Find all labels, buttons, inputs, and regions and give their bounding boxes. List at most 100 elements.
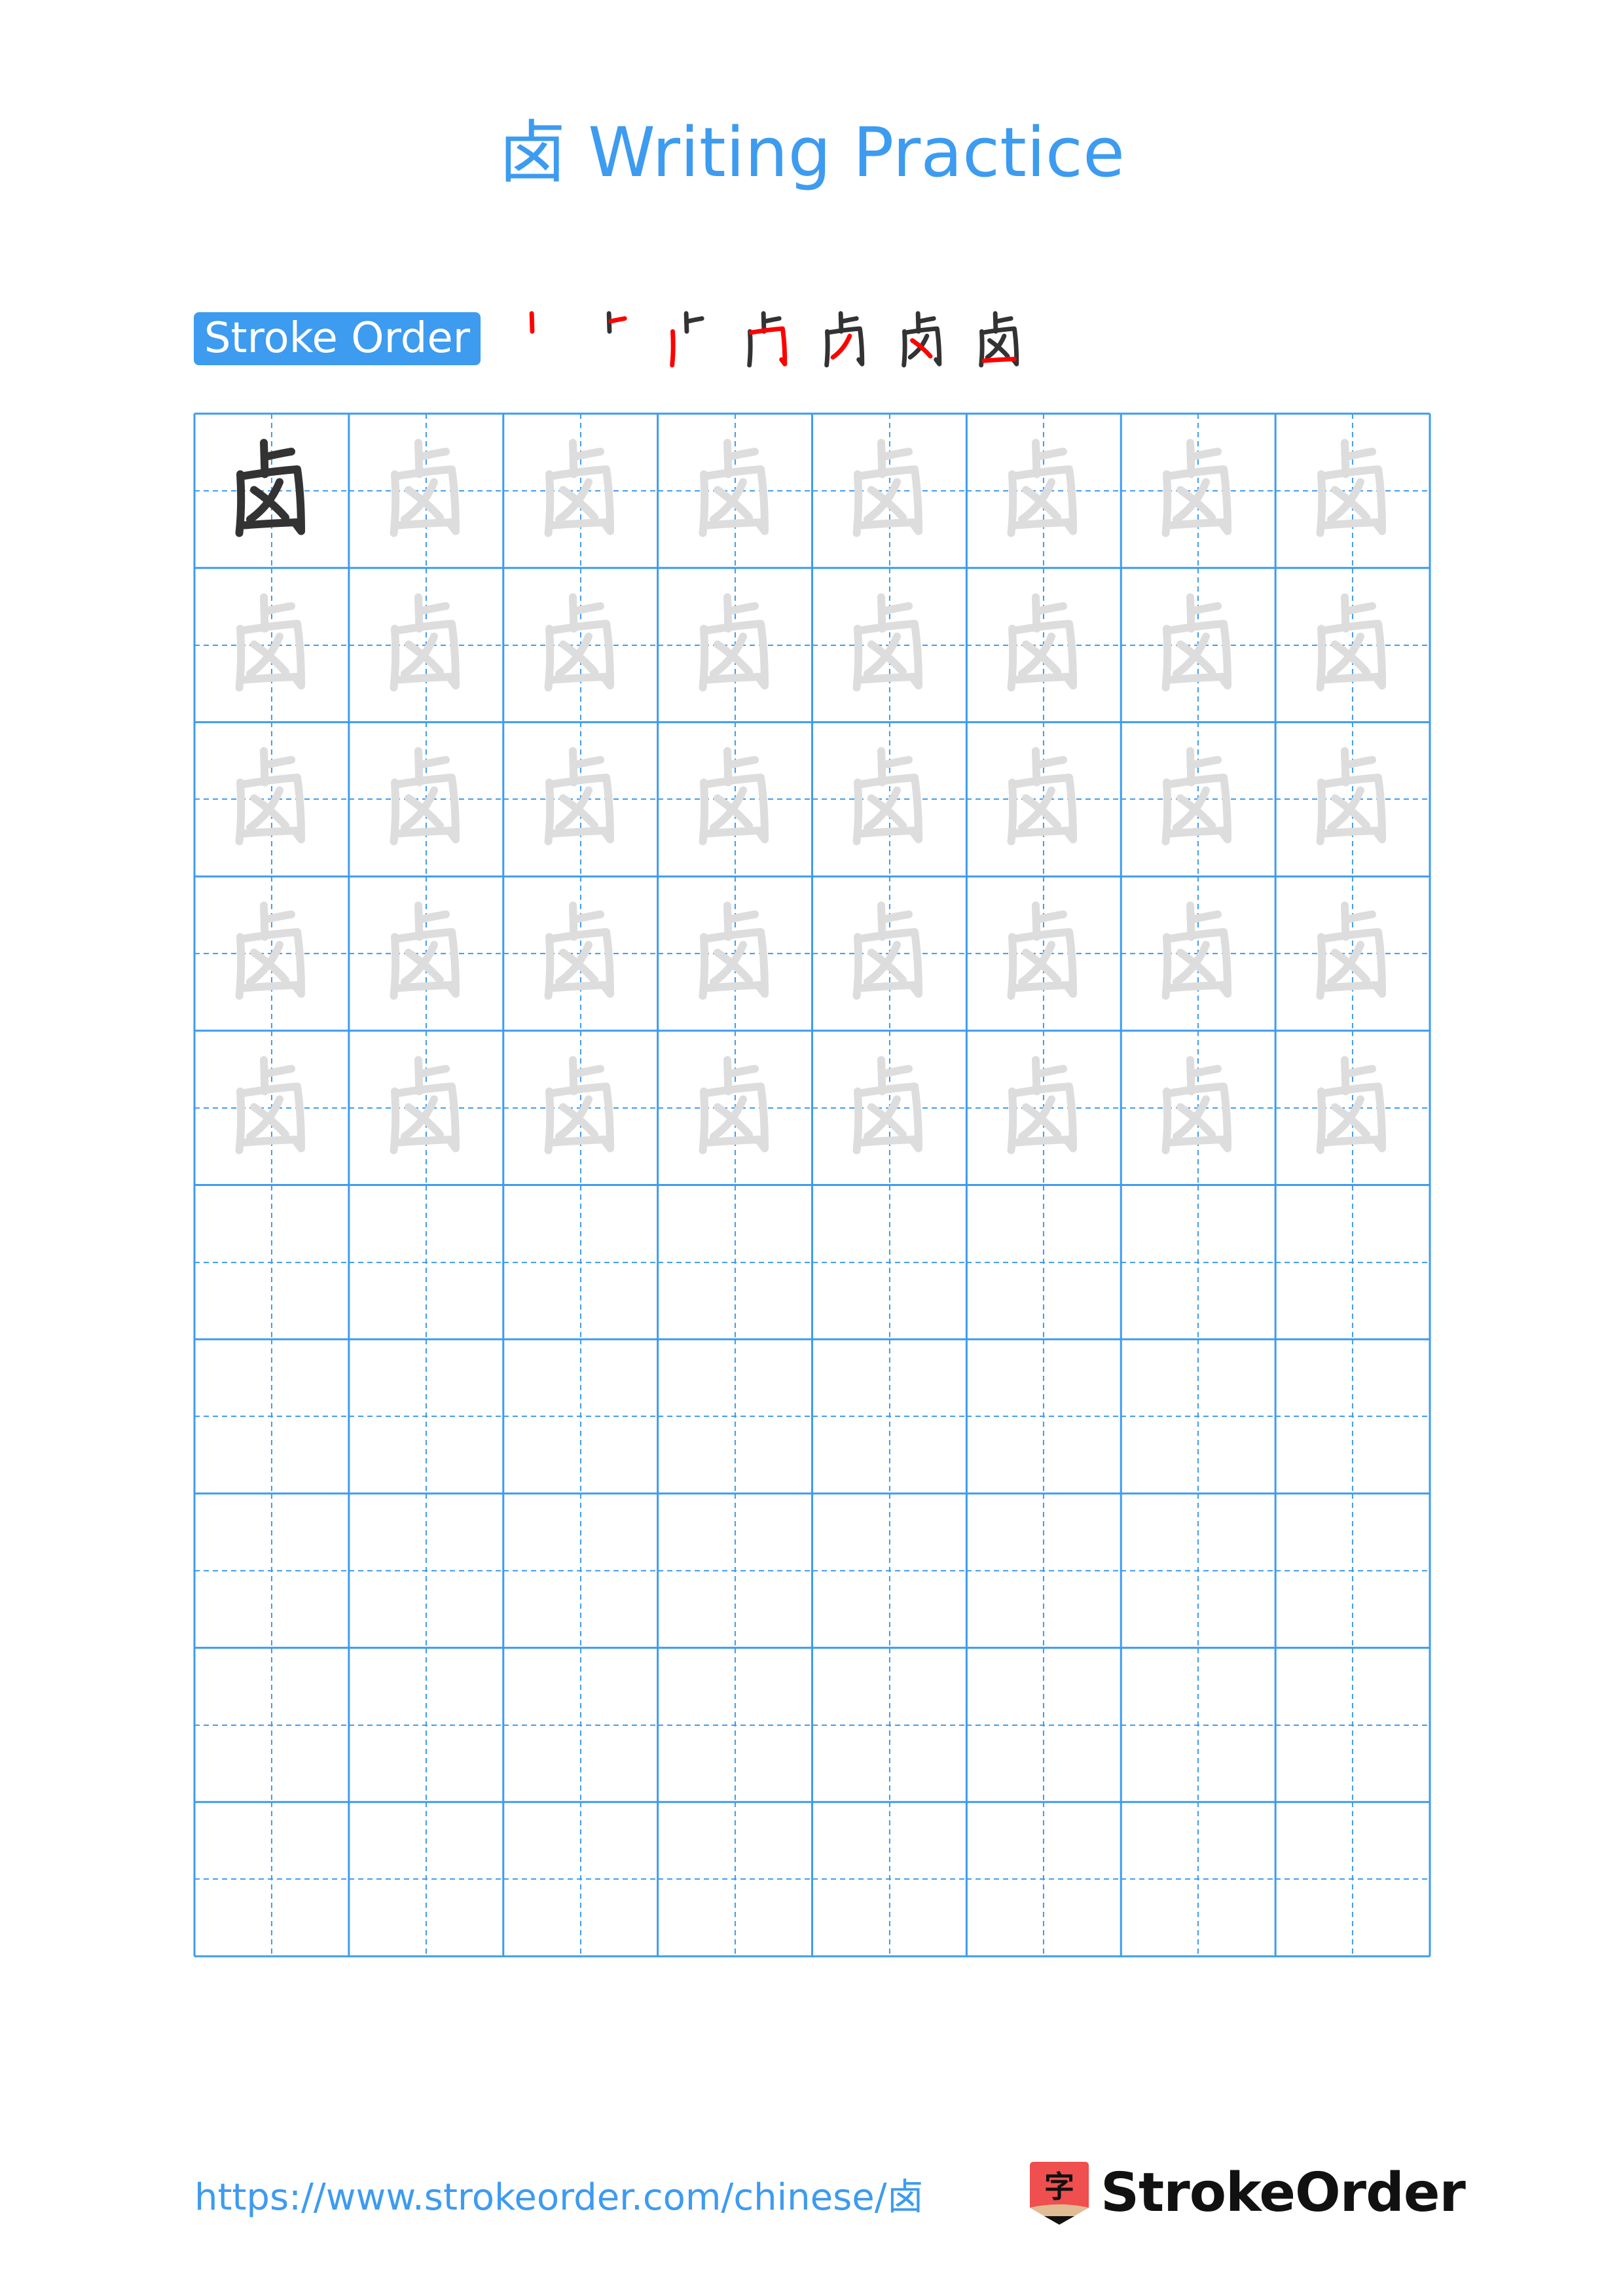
practice-cell[interactable]	[966, 1493, 1122, 1648]
practice-cell[interactable]	[812, 567, 967, 723]
practice-cell[interactable]	[812, 1185, 967, 1340]
practice-cell[interactable]	[1121, 1185, 1276, 1340]
practice-cell[interactable]	[1121, 1339, 1276, 1494]
practice-cell[interactable]	[657, 567, 812, 723]
practice-cell[interactable]	[194, 1185, 349, 1340]
practice-cell[interactable]	[1121, 876, 1276, 1031]
practice-cell[interactable]	[812, 1802, 967, 1956]
practice-cell[interactable]	[812, 1647, 967, 1803]
practice-cell[interactable]	[966, 1339, 1122, 1494]
practice-cell[interactable]	[194, 1802, 349, 1956]
practice-cell[interactable]	[966, 1030, 1122, 1185]
strokeorder-logo[interactable]: 字 StrokeOrder	[1030, 2162, 1466, 2225]
stroke-7	[549, 1135, 610, 1147]
practice-cell[interactable]	[657, 414, 812, 568]
practice-cell[interactable]	[1275, 1030, 1430, 1185]
practice-cell[interactable]	[348, 1493, 503, 1648]
practice-cell[interactable]	[348, 1802, 503, 1956]
cell-guide-lines	[1275, 1185, 1430, 1340]
practice-cell[interactable]	[812, 414, 967, 568]
practice-cell[interactable]	[812, 722, 967, 877]
stroke-2	[880, 910, 913, 924]
practice-cell[interactable]	[503, 1339, 658, 1494]
practice-cell[interactable]	[194, 1493, 349, 1648]
practice-cell[interactable]	[348, 1339, 503, 1494]
practice-cell[interactable]	[194, 567, 349, 723]
practice-cell[interactable]	[966, 567, 1122, 723]
practice-cell[interactable]	[966, 1802, 1122, 1956]
practice-cell[interactable]	[966, 722, 1122, 877]
practice-cell[interactable]	[503, 1030, 658, 1185]
practice-cell[interactable]	[1121, 1493, 1276, 1648]
practice-cell[interactable]	[503, 876, 658, 1031]
practice-cell[interactable]	[1275, 414, 1430, 568]
stroke-step-glyph-icon	[979, 311, 1019, 368]
stroke-7	[1012, 672, 1074, 684]
practice-cell[interactable]	[657, 1030, 812, 1185]
practice-cell[interactable]	[1275, 567, 1430, 723]
practice-cell[interactable]	[657, 722, 812, 877]
stroke-2	[917, 316, 936, 324]
stroke-2	[263, 601, 295, 615]
practice-cell[interactable]	[966, 1647, 1122, 1803]
practice-cell[interactable]	[503, 1647, 658, 1803]
practice-cell[interactable]	[503, 567, 658, 723]
practice-cell[interactable]	[348, 876, 503, 1031]
practice-cell[interactable]	[503, 1493, 658, 1648]
stroke-7	[858, 1135, 919, 1147]
practice-cell[interactable]	[194, 722, 349, 877]
stroke-2	[417, 1064, 450, 1078]
page-title: 卤 Writing Practice	[498, 113, 1125, 192]
practice-cell[interactable]	[194, 1339, 349, 1494]
practice-cell[interactable]	[348, 1185, 503, 1340]
cell-guide-lines	[1275, 1339, 1430, 1494]
practice-cell[interactable]	[966, 1185, 1122, 1340]
trace-character	[699, 593, 769, 692]
practice-cell[interactable]	[503, 1185, 658, 1340]
trace-character	[699, 1056, 769, 1155]
practice-cell[interactable]	[1275, 1802, 1430, 1956]
practice-cell[interactable]	[657, 876, 812, 1031]
stroke-3	[824, 329, 830, 368]
practice-cell[interactable]	[812, 1030, 967, 1185]
practice-cell[interactable]	[812, 1339, 967, 1494]
practice-cell[interactable]	[657, 1647, 812, 1803]
practice-cell[interactable]	[348, 1030, 503, 1185]
practice-cell[interactable]	[1275, 1647, 1430, 1803]
practice-cell[interactable]	[1275, 722, 1430, 877]
practice-cell[interactable]	[503, 1802, 658, 1956]
practice-cell[interactable]	[1121, 722, 1276, 877]
practice-cell[interactable]	[503, 722, 658, 877]
practice-cell[interactable]	[194, 414, 349, 568]
practice-cell[interactable]	[657, 1339, 812, 1494]
practice-cell[interactable]	[348, 414, 503, 568]
practice-cell[interactable]	[1121, 567, 1276, 723]
practice-cell[interactable]	[194, 876, 349, 1031]
practice-cell[interactable]	[966, 414, 1122, 568]
practice-cell[interactable]	[812, 876, 967, 1031]
practice-cell[interactable]	[1121, 1802, 1276, 1956]
practice-cell[interactable]	[657, 1802, 812, 1956]
stroke-7	[858, 827, 919, 838]
practice-cell[interactable]	[1121, 1647, 1276, 1803]
practice-cell[interactable]	[812, 1493, 967, 1648]
practice-cell[interactable]	[1275, 876, 1430, 1031]
practice-cell[interactable]	[966, 876, 1122, 1031]
practice-cell[interactable]	[1121, 414, 1276, 568]
practice-cell[interactable]	[1275, 1493, 1430, 1648]
practice-cell[interactable]	[194, 1030, 349, 1185]
practice-cell[interactable]	[1275, 1185, 1430, 1340]
trace-character	[852, 1056, 923, 1155]
practice-cell[interactable]	[503, 414, 658, 568]
stroke-7	[703, 1135, 765, 1147]
footer-url-link[interactable]: https://www.strokeorder.com/chinese/卤	[194, 2172, 924, 2224]
practice-cell[interactable]	[348, 722, 503, 877]
practice-cell[interactable]	[1121, 1030, 1276, 1185]
practice-cell[interactable]	[657, 1493, 812, 1648]
practice-cell[interactable]	[1275, 1339, 1430, 1494]
stroke-7	[1167, 1135, 1228, 1147]
practice-cell[interactable]	[348, 1647, 503, 1803]
practice-cell[interactable]	[348, 567, 503, 723]
practice-cell[interactable]	[194, 1647, 349, 1803]
practice-cell[interactable]	[657, 1185, 812, 1340]
